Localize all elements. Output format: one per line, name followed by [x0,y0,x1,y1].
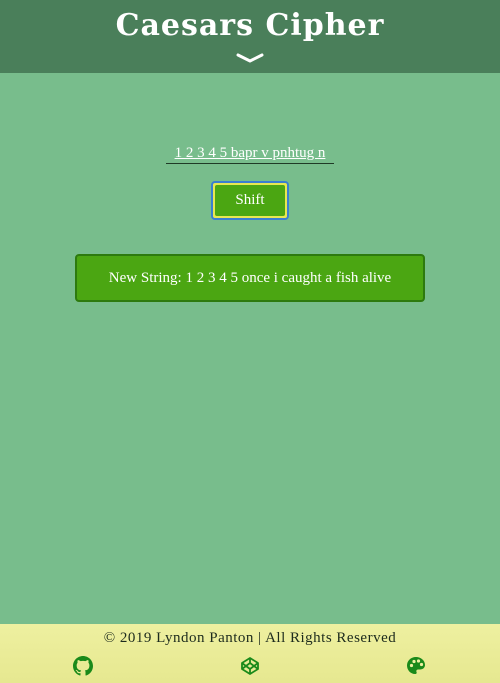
codepen-icon[interactable] [240,656,260,676]
palette-icon[interactable] [406,656,426,676]
cipher-input[interactable] [166,143,334,164]
result-output: New String: 1 2 3 4 5 once i caught a fi… [75,254,425,302]
cipher-input-wrapper [166,142,334,164]
page-header: Caesars Cipher [0,0,500,73]
page-title: Caesars Cipher [115,8,385,43]
shift-button-label: Shift [215,185,285,216]
shift-button[interactable]: Shift [211,181,289,220]
copyright-text: © 2019 Lyndon Panton | All Rights Reserv… [103,630,397,646]
github-icon[interactable] [73,656,93,676]
page-footer: © 2019 Lyndon Panton | All Rights Reserv… [0,624,500,683]
chevron-down-icon[interactable] [236,52,264,64]
